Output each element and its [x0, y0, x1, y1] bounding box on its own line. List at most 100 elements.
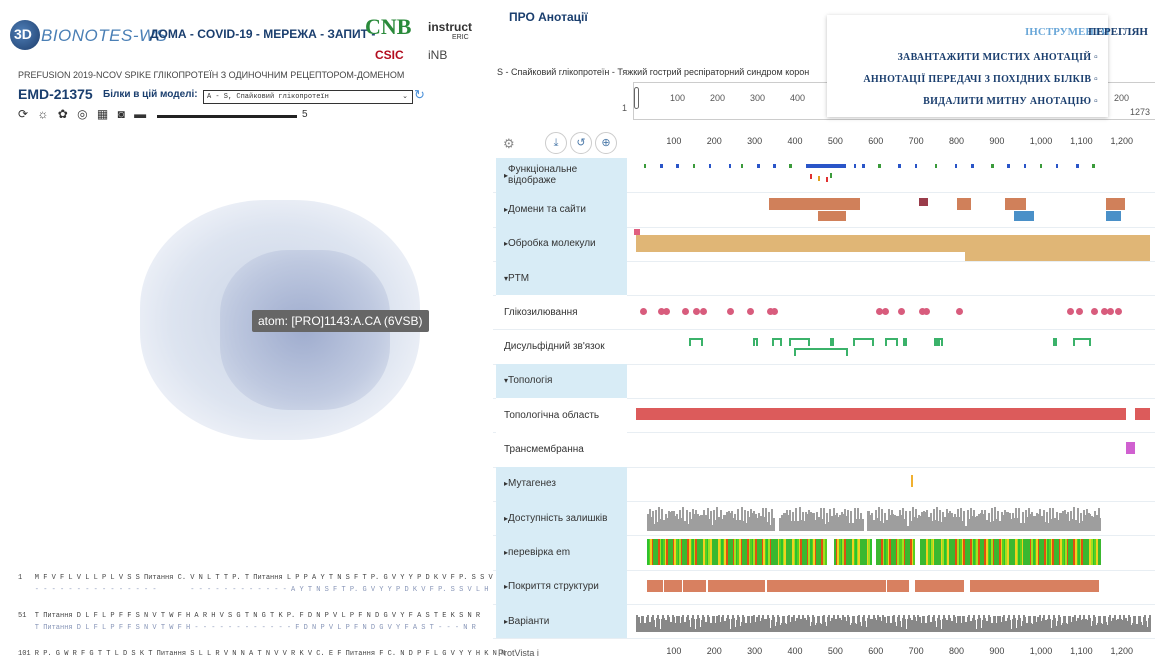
functional-feature[interactable] — [1023, 164, 1027, 168]
functional-feature[interactable] — [660, 164, 663, 168]
nav-handle-left[interactable] — [634, 87, 639, 109]
functional-feature[interactable] — [1092, 164, 1095, 168]
sequence-line[interactable]: T Питання D L F L P F F S N V T W F H - … — [18, 624, 476, 632]
functional-feature[interactable] — [644, 164, 647, 168]
functional-feature[interactable] — [692, 164, 695, 168]
functional-feature[interactable] — [1055, 164, 1059, 168]
coverage-segment[interactable] — [646, 579, 664, 592]
glycosylation-site[interactable] — [1106, 308, 1114, 316]
domain-feature[interactable] — [918, 198, 928, 207]
functional-feature[interactable] — [817, 176, 820, 181]
glycosylation-site[interactable] — [639, 308, 647, 316]
glycosylation-site[interactable] — [922, 308, 930, 316]
accessibility-bar[interactable] — [772, 518, 775, 531]
brand-name[interactable]: BIONOTES-WS — [41, 26, 167, 46]
domain-feature[interactable] — [817, 211, 846, 222]
disulfide-bond[interactable] — [771, 337, 782, 346]
glycosylation-site[interactable] — [746, 308, 754, 316]
reset-icon[interactable]: ↺ — [570, 132, 592, 154]
coverage-segment[interactable] — [766, 579, 816, 592]
disulfide-bond[interactable] — [1072, 337, 1091, 346]
domain-feature[interactable] — [956, 198, 972, 211]
functional-feature[interactable] — [728, 164, 732, 168]
track-label[interactable]: Глікозилювання — [496, 295, 627, 330]
functional-feature[interactable] — [1007, 164, 1010, 168]
transmembrane-region[interactable] — [1126, 442, 1136, 455]
glycosylation-site[interactable] — [662, 308, 670, 316]
functional-feature[interactable] — [914, 164, 918, 168]
coverage-segment[interactable] — [970, 579, 1100, 592]
functional-feature[interactable] — [1039, 164, 1043, 168]
size-slider[interactable] — [157, 115, 297, 118]
disulfide-bond[interactable] — [753, 337, 758, 346]
glycosylation-site[interactable] — [1090, 308, 1098, 316]
topological-domain[interactable] — [636, 408, 1126, 421]
disulfide-bond[interactable] — [829, 337, 834, 346]
track-label[interactable]: ▸ Варіанти — [496, 603, 627, 639]
domain-feature[interactable] — [1106, 198, 1125, 211]
em-validation-bar[interactable] — [1099, 539, 1102, 566]
functional-feature[interactable] — [789, 164, 792, 168]
functional-feature[interactable] — [934, 164, 938, 168]
sequence-line[interactable]: - - - - - - - - - - - - - - - - - - - - … — [18, 586, 489, 594]
track-label[interactable]: ▾ PTM — [496, 260, 627, 296]
functional-feature[interactable] — [676, 164, 679, 168]
disulfide-bond[interactable] — [789, 337, 811, 346]
track-label[interactable]: ▸ Функціональне відображе — [496, 158, 627, 193]
glycosylation-site[interactable] — [881, 308, 889, 316]
sequence-line[interactable]: 1 M F V F L V L L P L V S S Питання C. V… — [18, 574, 509, 582]
domain-feature[interactable] — [1106, 211, 1121, 222]
settings-icon[interactable]: ⚙ — [503, 136, 515, 152]
track-label[interactable]: Трансмембранна — [496, 432, 627, 467]
coverage-segment[interactable] — [816, 579, 887, 592]
functional-feature[interactable] — [825, 177, 828, 182]
sequence-line[interactable]: 101 R P. G W R F G T T L D S K T Питання… — [18, 650, 505, 658]
track-label[interactable]: ▸ Доступність залишків — [496, 501, 627, 536]
top-navigation[interactable]: ДОМА - COVID-19 - МЕРЕЖА - ЗАПИТ - — [150, 27, 375, 41]
track-label[interactable]: ▸ Домени та сайти — [496, 192, 627, 227]
protein-select[interactable]: A - S, Спайковий глікопротеїн ⌄ — [203, 90, 413, 104]
coverage-segment[interactable] — [682, 579, 706, 592]
domain-feature[interactable] — [769, 198, 861, 211]
menu-transfer-annotations[interactable]: АННОТАЦІЇ ПЕРЕДАЧІ З ПОХІДНИХ БІЛКІВ ▫ — [863, 74, 1098, 85]
track-label[interactable]: ▸ перевірка em — [496, 535, 627, 570]
disulfide-bond[interactable] — [1052, 337, 1058, 346]
track-label[interactable]: ▸ Мутагенез — [496, 466, 627, 501]
accessibility-bar[interactable] — [1099, 517, 1102, 531]
coverage-segment[interactable] — [887, 579, 909, 592]
functional-feature[interactable] — [805, 164, 846, 168]
zoom-icon[interactable]: ⊕ — [595, 132, 617, 154]
disulfide-bond[interactable] — [793, 347, 848, 356]
em-validation-bar[interactable] — [913, 539, 916, 566]
bionotes-logo[interactable]: 3D — [10, 20, 40, 50]
functional-feature[interactable] — [740, 164, 744, 168]
processing-feature[interactable] — [633, 228, 641, 235]
track-label[interactable]: ▸ Обробка молекули — [496, 226, 627, 261]
disulfide-bond[interactable] — [936, 337, 940, 346]
disulfide-bond[interactable] — [853, 337, 875, 346]
functional-feature[interactable] — [708, 164, 712, 168]
accessibility-bar[interactable] — [861, 518, 864, 531]
sequence-line[interactable]: 51 T Питання D L F L P F F S N V T W F H… — [18, 612, 480, 620]
coverage-segment[interactable] — [707, 579, 766, 592]
functional-feature[interactable] — [809, 174, 812, 179]
functional-feature[interactable] — [854, 164, 857, 168]
annotations-title[interactable]: ПРО Анотації — [509, 10, 588, 24]
disulfide-bond[interactable] — [903, 337, 908, 346]
download-icon[interactable]: ⤓ — [545, 132, 567, 154]
functional-feature[interactable] — [971, 164, 974, 168]
topological-domain[interactable] — [1135, 408, 1150, 421]
track-label[interactable]: Топологічна область — [496, 398, 627, 433]
variant-bar[interactable] — [1148, 614, 1151, 632]
em-validation-bar[interactable] — [824, 539, 827, 566]
functional-feature[interactable] — [991, 164, 994, 168]
track-label[interactable]: Дисульфідний зв'язок — [496, 329, 627, 364]
em-validation-bar[interactable] — [869, 539, 872, 566]
processing-feature[interactable] — [636, 234, 1150, 243]
functional-feature[interactable] — [862, 164, 865, 168]
disulfide-bond[interactable] — [885, 337, 899, 346]
track-label[interactable]: ▸ Покриття структури — [496, 569, 627, 604]
coverage-segment[interactable] — [914, 579, 964, 592]
functional-feature[interactable] — [773, 164, 776, 168]
domain-feature[interactable] — [1013, 211, 1034, 222]
